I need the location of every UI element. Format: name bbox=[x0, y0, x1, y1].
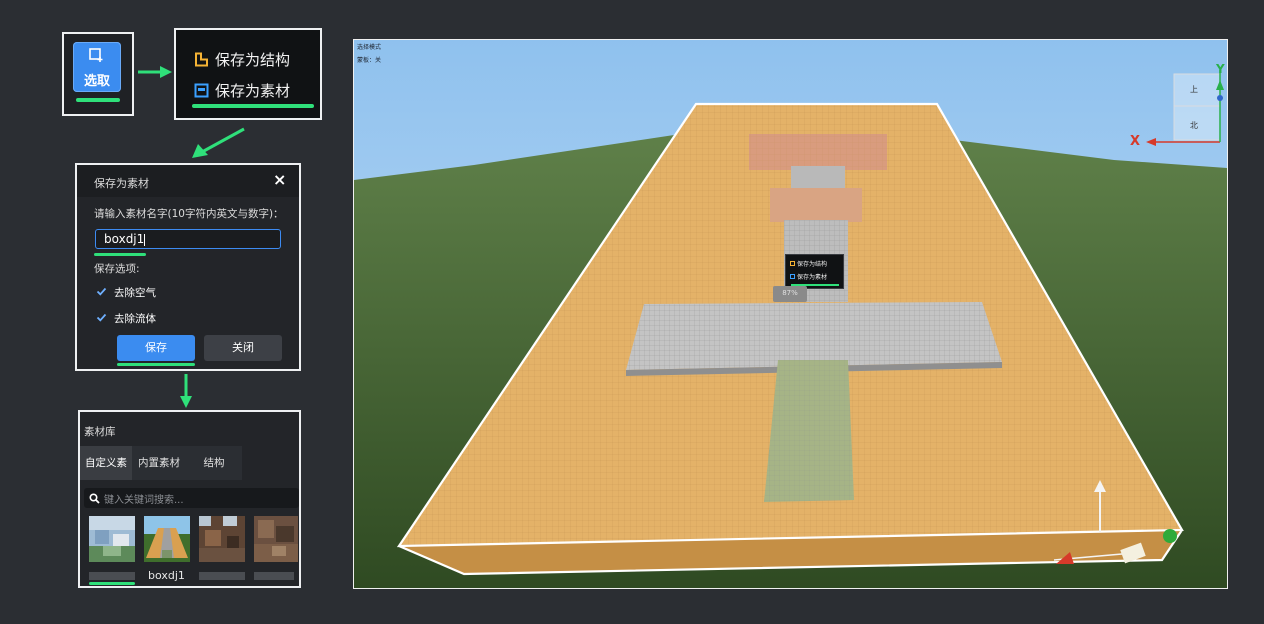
structure-icon bbox=[195, 52, 208, 66]
tab-structures[interactable]: 结构 bbox=[186, 446, 242, 480]
viewport-menu-save-structure-label: 保存为结构 bbox=[797, 261, 828, 268]
template-label: 蒙板：关 bbox=[357, 57, 382, 64]
flow-arrow-down bbox=[180, 374, 192, 408]
structure-icon bbox=[790, 261, 795, 266]
asset-name-input[interactable]: boxdj1 bbox=[95, 229, 281, 249]
asset-name-blurred bbox=[199, 572, 245, 580]
viewport-save-menu: 保存为结构 保存为素材 bbox=[785, 254, 844, 289]
mode-label: 选择模式 bbox=[357, 44, 382, 51]
flow-arrow-down-left bbox=[192, 127, 245, 158]
asset-name-blurred bbox=[89, 572, 135, 580]
scene-render bbox=[354, 40, 1227, 588]
menu-item-save-structure[interactable]: 保存为结构 bbox=[194, 48, 290, 70]
asset-preview-image bbox=[144, 516, 190, 562]
selection-icon bbox=[89, 48, 103, 62]
viewport-menu-save-structure[interactable]: 保存为结构 bbox=[790, 259, 827, 268]
asset-name: boxdj1 bbox=[148, 569, 185, 582]
tab-builtin-assets[interactable]: 内置素材 bbox=[132, 446, 186, 480]
select-tool-label: 选取 bbox=[83, 74, 110, 89]
select-tool-button[interactable]: 选取 bbox=[73, 42, 121, 92]
highlight-underline bbox=[94, 253, 146, 256]
close-button[interactable]: 关闭 bbox=[204, 335, 282, 361]
dialog-title: 保存为素材 bbox=[94, 177, 149, 190]
save-menu: 保存为结构 保存为素材 bbox=[174, 28, 322, 120]
axis-x-label: X bbox=[1130, 134, 1141, 149]
viewport-menu-save-asset-label: 保存为素材 bbox=[797, 274, 828, 281]
menu-item-save-structure-label: 保存为结构 bbox=[215, 50, 291, 69]
flow-arrow-right bbox=[138, 66, 172, 78]
asset-icon bbox=[790, 274, 795, 279]
close-icon[interactable]: × bbox=[273, 170, 286, 189]
check-icon bbox=[96, 287, 107, 296]
search-input[interactable]: 键入关键词搜索... bbox=[84, 488, 299, 508]
highlight-underline bbox=[192, 104, 314, 108]
highlight-underline bbox=[117, 363, 195, 366]
asset-library-panel: 素材库 自定义素材 内置素材 结构 键入关键词搜索... bbox=[78, 410, 301, 588]
compass-north-label: 北 bbox=[1190, 121, 1198, 130]
axis-y-label: Y bbox=[1216, 62, 1225, 76]
asset-name-value: boxdj1 bbox=[104, 232, 145, 246]
remove-fluid-checkbox[interactable] bbox=[96, 312, 107, 323]
asset-icon bbox=[194, 83, 209, 97]
asset-thumbnail[interactable] bbox=[254, 516, 298, 562]
viewport-menu-save-asset[interactable]: 保存为素材 bbox=[790, 272, 827, 281]
library-title: 素材库 bbox=[84, 426, 116, 438]
remove-air-checkbox[interactable] bbox=[96, 286, 107, 297]
asset-thumbnail-boxdj1[interactable] bbox=[144, 516, 190, 562]
search-placeholder: 键入关键词搜索... bbox=[104, 495, 184, 506]
save-asset-dialog: 保存为素材 × 请输入素材名字(10字符内英文与数字)： boxdj1 保存选项… bbox=[75, 163, 301, 371]
highlight-underline bbox=[76, 98, 120, 102]
compass-up-label: 上 bbox=[1190, 85, 1198, 94]
tab-custom-assets[interactable]: 自定义素材 bbox=[80, 446, 132, 503]
options-label: 保存选项: bbox=[94, 263, 140, 275]
asset-name-blurred bbox=[254, 572, 294, 580]
asset-thumbnail[interactable] bbox=[89, 516, 135, 562]
check-icon bbox=[96, 313, 107, 322]
menu-item-save-asset-label: 保存为素材 bbox=[215, 81, 291, 100]
select-tool-panel: 选取 bbox=[62, 32, 134, 116]
dialog-header: 保存为素材 × bbox=[77, 165, 299, 197]
search-icon bbox=[89, 493, 100, 504]
name-prompt: 请输入素材名字(10字符内英文与数字)： bbox=[94, 208, 284, 220]
progress-indicator: 87% bbox=[773, 286, 807, 302]
save-button[interactable]: 保存 bbox=[117, 335, 195, 361]
menu-item-save-asset[interactable]: 保存为素材 bbox=[194, 79, 290, 101]
asset-thumbnail[interactable] bbox=[199, 516, 245, 562]
remove-air-label: 去除空气 bbox=[114, 287, 156, 299]
progress-text: 87% bbox=[782, 289, 798, 297]
editor-3d-viewport[interactable]: 选择模式 蒙板：关 上 北 Y X 保存为结构 保存为素材 87% bbox=[353, 39, 1228, 589]
highlight-underline bbox=[89, 582, 135, 585]
remove-fluid-label: 去除流体 bbox=[114, 313, 156, 325]
